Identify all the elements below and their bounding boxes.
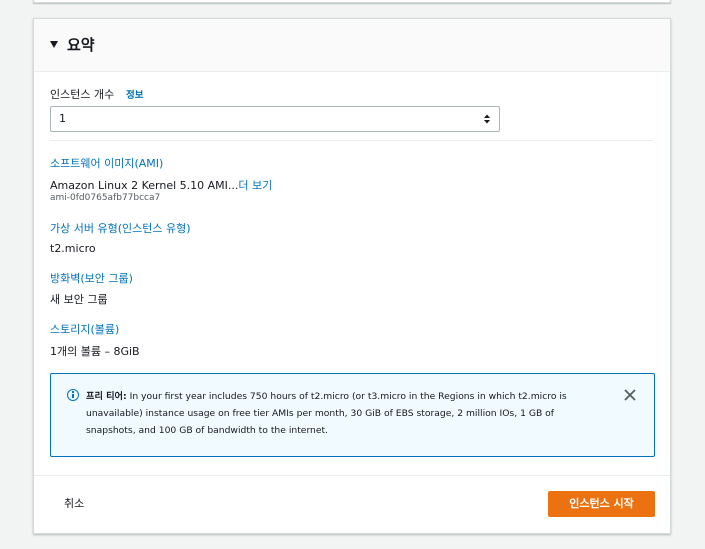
instance-count-input[interactable]: 1 bbox=[50, 106, 500, 132]
summary-header[interactable]: 요약 bbox=[34, 19, 670, 72]
cancel-button[interactable]: 취소 bbox=[64, 495, 84, 511]
info-link[interactable]: 정보 bbox=[126, 87, 143, 101]
free-tier-text: 프리 티어: In your first year includes 750 h… bbox=[86, 388, 606, 439]
summary-panel: 요약 인스턴스 개수 정보 1 소프트웨어 이미지(AMI) Amazon Li… bbox=[33, 18, 671, 534]
instance-type-value: t2.micro bbox=[50, 242, 96, 255]
spinner-arrows-icon[interactable] bbox=[483, 113, 491, 125]
instance-count-label: 인스턴스 개수 bbox=[50, 88, 115, 101]
ami-name: Amazon Linux 2 Kernel 5.10 AMI...더 보기 bbox=[50, 177, 272, 193]
instance-type-title[interactable]: 가상 서버 유형(인스턴스 유형) bbox=[50, 220, 191, 236]
footer-divider bbox=[34, 475, 670, 476]
previous-panel bbox=[33, 0, 671, 3]
summary-title[interactable]: 요약 bbox=[67, 34, 95, 55]
storage-title[interactable]: 스토리지(볼륨) bbox=[50, 321, 119, 337]
instance-count-value: 1 bbox=[59, 112, 66, 125]
caret-down-icon[interactable] bbox=[50, 41, 58, 48]
close-icon[interactable] bbox=[623, 388, 637, 402]
ami-more-link[interactable]: 더 보기 bbox=[238, 179, 272, 192]
firewall-value: 새 보안 그룹 bbox=[50, 293, 108, 306]
free-tier-description: In your first year includes 750 hours of… bbox=[86, 391, 567, 436]
free-tier-label: 프리 티어: bbox=[86, 391, 127, 402]
ami-id: ami-0fd0765afb77bcca7 bbox=[50, 193, 161, 203]
storage-value: 1개의 볼륨 – 8GiB bbox=[50, 345, 140, 358]
free-tier-alert: 프리 티어: In your first year includes 750 h… bbox=[50, 373, 655, 457]
firewall-title[interactable]: 방화벽(보안 그룹) bbox=[50, 270, 133, 286]
divider bbox=[50, 140, 653, 141]
ami-name-text: Amazon Linux 2 Kernel 5.10 AMI... bbox=[50, 179, 239, 192]
launch-instance-button[interactable]: 인스턴스 시작 bbox=[548, 491, 655, 517]
ami-section-title[interactable]: 소프트웨어 이미지(AMI) bbox=[50, 155, 163, 171]
info-icon bbox=[67, 389, 79, 401]
